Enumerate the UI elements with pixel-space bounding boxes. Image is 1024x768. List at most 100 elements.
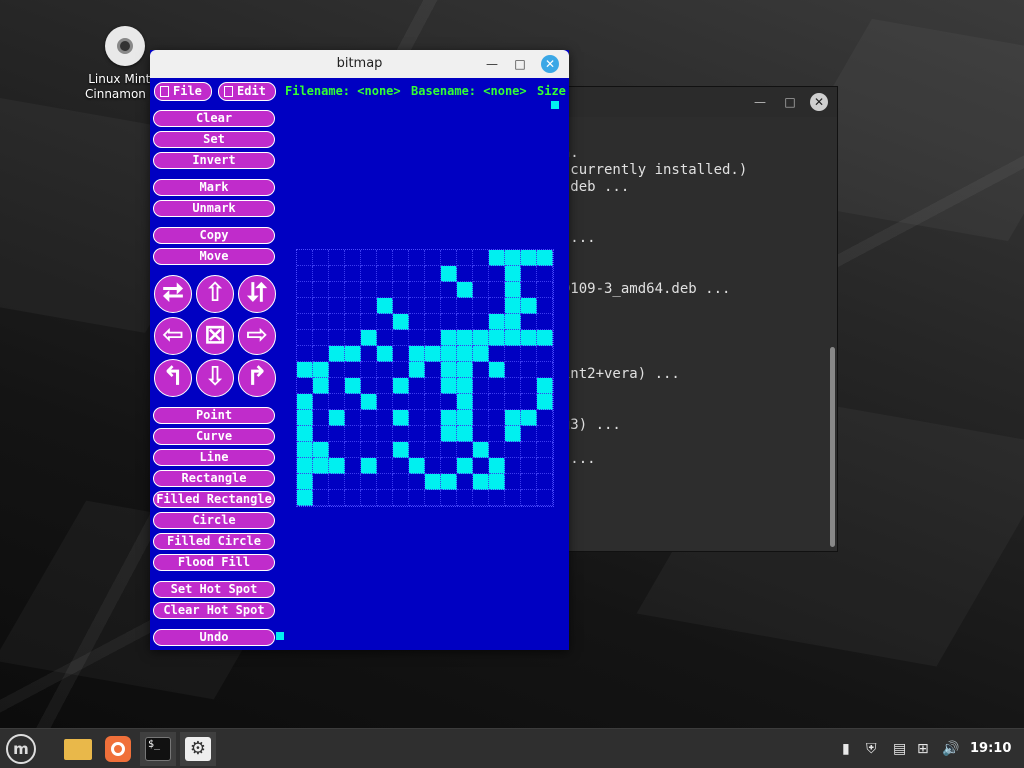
bitmap-pixel[interactable] <box>521 282 537 298</box>
bitmap-pixel[interactable] <box>425 330 441 346</box>
bitmap-pixel[interactable] <box>329 378 345 394</box>
bitmap-pixel[interactable] <box>441 458 457 474</box>
bitmap-pixel[interactable] <box>329 362 345 378</box>
bitmap-pixel[interactable] <box>345 378 361 394</box>
bitmap-pixel[interactable] <box>521 266 537 282</box>
bitmap-pixel[interactable] <box>297 410 313 426</box>
bitmap-pixel[interactable] <box>409 330 425 346</box>
bitmap-pixel[interactable] <box>473 330 489 346</box>
clear-button[interactable]: Clear <box>153 110 275 127</box>
flip-vertical-icon[interactable]: ⮃ <box>238 275 276 313</box>
bitmap-pixel[interactable] <box>521 410 537 426</box>
rotate-left-icon[interactable]: ↰ <box>154 359 192 397</box>
bitmap-pixel[interactable] <box>361 458 377 474</box>
bitmap-pixel[interactable] <box>409 250 425 266</box>
bitmap-pixel[interactable] <box>441 426 457 442</box>
bitmap-pixel[interactable] <box>345 362 361 378</box>
bitmap-pixel[interactable] <box>409 266 425 282</box>
bitmap-pixel[interactable] <box>345 426 361 442</box>
clipboard-icon[interactable]: ▤ <box>893 740 906 758</box>
bitmap-pixel[interactable] <box>377 298 393 314</box>
bitmap-pixel[interactable] <box>521 490 537 506</box>
bitmap-pixel[interactable] <box>329 458 345 474</box>
bitmap-pixel[interactable] <box>473 394 489 410</box>
bitmap-pixel[interactable] <box>473 362 489 378</box>
bitmap-pixel[interactable] <box>393 298 409 314</box>
bitmap-pixel[interactable] <box>441 266 457 282</box>
bitmap-pixel[interactable] <box>361 362 377 378</box>
bitmap-pixel[interactable] <box>377 458 393 474</box>
bitmap-pixel[interactable] <box>457 490 473 506</box>
bitmap-pixel[interactable] <box>489 378 505 394</box>
terminal-icon[interactable]: $_ <box>140 732 176 766</box>
bitmap-pixel[interactable] <box>345 346 361 362</box>
flip-horizontal-icon[interactable]: ⮂ <box>154 275 192 313</box>
bitmap-pixel[interactable] <box>361 474 377 490</box>
bitmap-pixel[interactable] <box>473 378 489 394</box>
bitmap-pixel[interactable] <box>441 378 457 394</box>
bitmap-pixel[interactable] <box>489 410 505 426</box>
bitmap-pixel[interactable] <box>457 298 473 314</box>
bitmap-pixel[interactable] <box>361 346 377 362</box>
bitmap-pixel[interactable] <box>329 282 345 298</box>
bitmap-pixel[interactable] <box>409 362 425 378</box>
bitmap-pixel[interactable] <box>393 314 409 330</box>
bitmap-pixel[interactable] <box>361 250 377 266</box>
settings-icon[interactable]: ⚙ <box>180 732 216 766</box>
bitmap-pixel[interactable] <box>425 378 441 394</box>
bitmap-pixel[interactable] <box>393 442 409 458</box>
bitmap-pixel[interactable] <box>425 266 441 282</box>
bitmap-pixel[interactable] <box>457 346 473 362</box>
bitmap-pixel[interactable] <box>329 474 345 490</box>
bitmap-pixel[interactable] <box>377 394 393 410</box>
bitmap-pixel[interactable] <box>457 362 473 378</box>
bitmap-pixel[interactable] <box>537 298 553 314</box>
bitmap-pixel[interactable] <box>441 490 457 506</box>
panel-resize-handle[interactable] <box>276 632 284 640</box>
bitmap-pixel[interactable] <box>457 330 473 346</box>
bitmap-pixel[interactable] <box>521 314 537 330</box>
bitmap-pixel[interactable] <box>425 458 441 474</box>
bitmap-pixel[interactable] <box>329 250 345 266</box>
bitmap-pixel-grid[interactable] <box>296 249 554 507</box>
bitmap-pixel[interactable] <box>297 490 313 506</box>
bitmap-pixel[interactable] <box>297 298 313 314</box>
terminal-titlebar[interactable]: — □ ✕ <box>541 87 837 117</box>
undo-button[interactable]: Undo <box>153 629 275 646</box>
filled-rectangle-button[interactable]: Filled Rectangle <box>153 491 275 508</box>
bitmap-pixel[interactable] <box>473 458 489 474</box>
bitmap-pixel[interactable] <box>505 378 521 394</box>
bitmap-pixel[interactable] <box>345 442 361 458</box>
point-button[interactable]: Point <box>153 407 275 424</box>
bitmap-pixel[interactable] <box>489 250 505 266</box>
bitmap-pixel[interactable] <box>505 426 521 442</box>
bitmap-pixel[interactable] <box>505 282 521 298</box>
bitmap-pixel[interactable] <box>313 474 329 490</box>
bitmap-pixel[interactable] <box>329 410 345 426</box>
bitmap-pixel[interactable] <box>329 346 345 362</box>
bitmap-pixel[interactable] <box>409 442 425 458</box>
bitmap-pixel[interactable] <box>489 394 505 410</box>
bitmap-pixel[interactable] <box>457 282 473 298</box>
bitmap-pixel[interactable] <box>473 298 489 314</box>
bitmap-pixel[interactable] <box>521 330 537 346</box>
network-icon[interactable]: ⊞ <box>917 740 929 758</box>
close-icon[interactable]: ✕ <box>541 55 559 73</box>
set-hot-spot-button[interactable]: Set Hot Spot <box>153 581 275 598</box>
bitmap-pixel[interactable] <box>409 314 425 330</box>
bitmap-pixel[interactable] <box>425 362 441 378</box>
bitmap-pixel[interactable] <box>505 314 521 330</box>
bitmap-pixel[interactable] <box>329 442 345 458</box>
bitmap-pixel[interactable] <box>409 394 425 410</box>
terminal-scrollbar[interactable] <box>830 347 835 547</box>
bitmap-pixel[interactable] <box>345 330 361 346</box>
bitmap-pixel[interactable] <box>345 474 361 490</box>
bitmap-pixel[interactable] <box>377 490 393 506</box>
line-button[interactable]: Line <box>153 449 275 466</box>
bitmap-pixel[interactable] <box>441 298 457 314</box>
bitmap-pixel[interactable] <box>457 474 473 490</box>
bitmap-pixel[interactable] <box>537 458 553 474</box>
bitmap-pixel[interactable] <box>489 282 505 298</box>
bitmap-pixel[interactable] <box>377 474 393 490</box>
bitmap-window[interactable]: bitmap — □ ✕ File Edit Filename: <none> … <box>150 50 569 650</box>
